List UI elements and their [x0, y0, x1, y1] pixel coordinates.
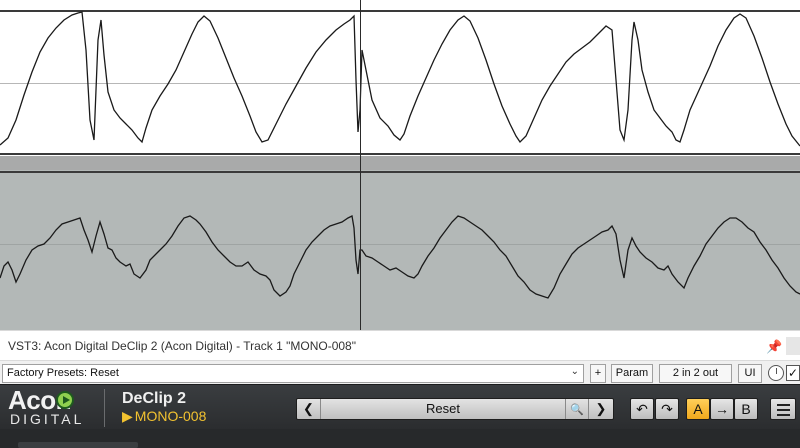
chevron-right-icon: ❯	[595, 401, 607, 416]
track-divider[interactable]	[0, 156, 800, 170]
plugin-window-titlebar: VST3: Acon Digital DeClip 2 (Acon Digita…	[0, 330, 800, 360]
menu-icon	[777, 404, 790, 406]
close-button[interactable]	[786, 337, 800, 355]
arrow-right-icon: →	[715, 401, 729, 417]
undo-icon: ↶	[636, 401, 648, 417]
search-icon: 🔍	[570, 404, 584, 416]
plugin-name: DeClip 2	[122, 390, 187, 407]
acon-digital-logo: Acon DIGITAL	[8, 385, 98, 429]
plugin-body-top	[0, 429, 800, 448]
search-preset-button[interactable]: 🔍	[565, 399, 589, 419]
pin-icon[interactable]: 📌	[766, 339, 782, 355]
plugin-ui: Acon DIGITAL DeClip 2 ▶ MONO-008 ❮ Reset …	[0, 384, 800, 448]
waveform-original	[0, 11, 800, 147]
play-icon	[56, 391, 74, 409]
logo-text-bottom: DIGITAL	[10, 411, 85, 427]
menu-icon-line	[777, 409, 790, 411]
next-preset-button[interactable]: ❯	[589, 399, 613, 419]
plugin-tab[interactable]	[18, 442, 138, 448]
track-name-label: MONO-008	[134, 408, 207, 424]
add-preset-button[interactable]: +	[590, 364, 606, 383]
menu-icon-line	[777, 414, 790, 416]
ab-a-button[interactable]: A	[686, 398, 710, 420]
chevron-left-icon: ❮	[303, 401, 314, 416]
track-name: ▶ MONO-008	[122, 408, 206, 425]
ui-button[interactable]: UI	[738, 364, 762, 383]
waveform-processed	[0, 215, 800, 299]
bypass-checkbox[interactable]: ✓	[786, 365, 800, 381]
preset-name[interactable]: Reset	[321, 399, 565, 419]
preset-dropdown-value: Factory Presets: Reset	[7, 367, 119, 379]
redo-button[interactable]: ↷	[655, 398, 679, 420]
preset-selector: ❮ Reset 🔍 ❯	[296, 398, 614, 420]
undo-button[interactable]: ↶	[630, 398, 654, 420]
ab-b-button[interactable]: B	[734, 398, 758, 420]
plugin-header: Acon DIGITAL DeClip 2 ▶ MONO-008 ❮ Reset …	[0, 384, 800, 429]
factory-presets-dropdown[interactable]: Factory Presets: Reset ⌄	[2, 364, 584, 383]
previous-preset-button[interactable]: ❮	[297, 399, 321, 419]
wet-dry-knob[interactable]	[768, 365, 784, 381]
waveform-track-top[interactable]	[0, 0, 800, 156]
menu-button[interactable]	[770, 398, 796, 420]
host-plugin-toolbar: Factory Presets: Reset ⌄ + Param 2 in 2 …	[0, 360, 800, 384]
waveform-track-bottom[interactable]	[0, 170, 800, 330]
chevron-down-icon: ⌄	[570, 366, 579, 377]
param-button[interactable]: Param	[611, 364, 653, 383]
redo-icon: ↷	[661, 401, 673, 417]
ab-copy-button[interactable]: →	[710, 398, 734, 420]
daw-window: VST3: Acon Digital DeClip 2 (Acon Digita…	[0, 0, 800, 448]
header-separator	[104, 389, 105, 427]
track-marker-icon: ▶	[122, 408, 133, 424]
routing-button[interactable]: 2 in 2 out	[659, 364, 732, 383]
playhead-cursor[interactable]	[360, 0, 361, 330]
plugin-window-title: VST3: Acon Digital DeClip 2 (Acon Digita…	[8, 339, 356, 353]
